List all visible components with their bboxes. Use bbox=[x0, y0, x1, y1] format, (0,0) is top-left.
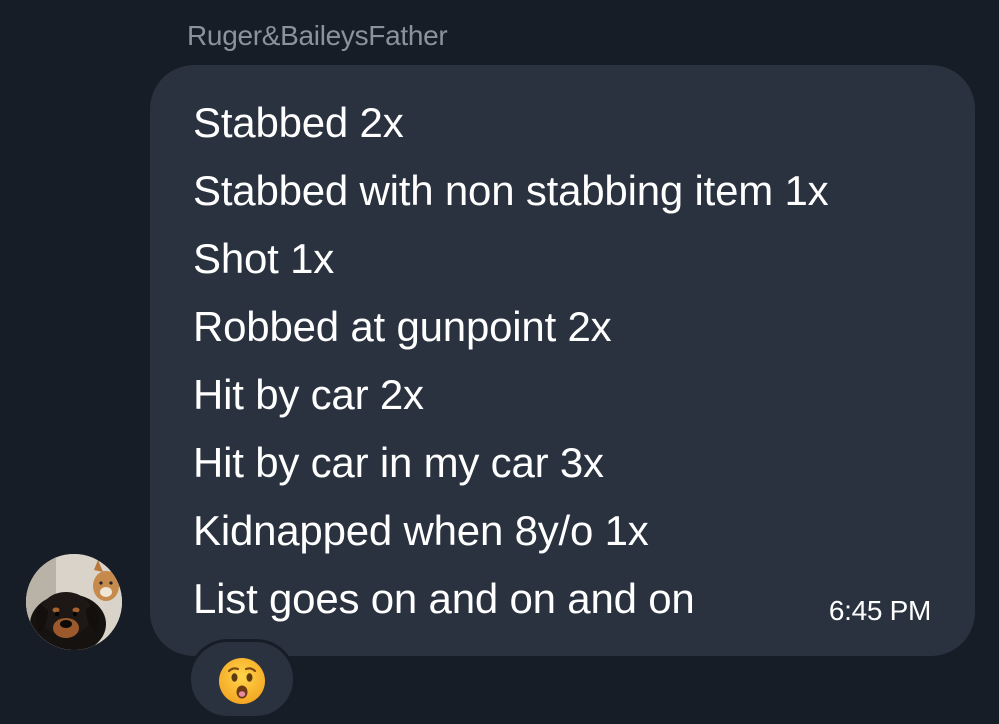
hushed-face-icon bbox=[219, 658, 265, 704]
dm-conversation: Ruger&BaileysFather Stabbed 2x Stabbed w… bbox=[0, 0, 999, 724]
message-timestamp: 6:45 PM bbox=[828, 595, 931, 626]
message-line: Shot 1x bbox=[193, 235, 335, 282]
message-line: Kidnapped when 8y/o 1x bbox=[193, 507, 649, 554]
dog-avatar-icon bbox=[26, 554, 122, 650]
message-line: Stabbed 2x bbox=[193, 99, 404, 146]
message-line: Hit by car 2x bbox=[193, 371, 424, 418]
message-text: Stabbed 2x Stabbed with non stabbing ite… bbox=[193, 89, 829, 633]
avatar[interactable] bbox=[26, 554, 122, 650]
reaction-badge[interactable] bbox=[188, 639, 296, 719]
message-line: Hit by car in my car 3x bbox=[193, 439, 604, 486]
message-line: List goes on and on and on bbox=[193, 575, 695, 622]
sender-name: Ruger&BaileysFather bbox=[187, 20, 448, 51]
message-line: Robbed at gunpoint 2x bbox=[193, 303, 612, 350]
message-line: Stabbed with non stabbing item 1x bbox=[193, 167, 829, 214]
message-bubble[interactable]: Stabbed 2x Stabbed with non stabbing ite… bbox=[150, 65, 975, 656]
